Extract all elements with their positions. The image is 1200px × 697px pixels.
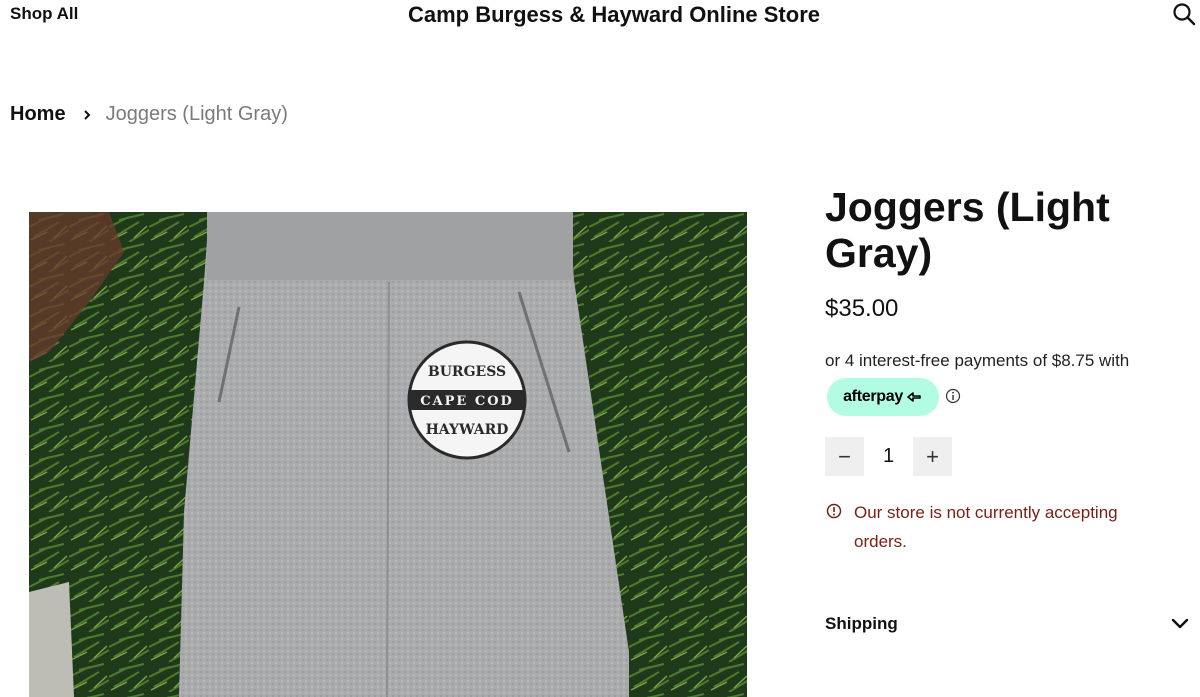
store-closed-warning: Our store is not currently accepting ord… [854,503,1118,551]
shipping-accordion-label[interactable]: Shipping [825,614,898,634]
info-icon[interactable] [945,388,961,404]
afterpay-label: afterpay [843,388,903,405]
afterpay-badge[interactable]: afterpay [827,378,939,416]
product-price: $35.00 [825,295,899,322]
chevron-right-icon [83,109,90,120]
quantity-decrease-button[interactable]: − [825,437,864,476]
afterpay-installments-text: or 4 interest-free payments of $8.75 wit… [825,351,1130,370]
logo-middle-text: CAPE COD [420,394,514,409]
quantity-value[interactable]: 1 [864,437,913,476]
logo-bottom-text: HAYWARD [426,422,509,438]
chevron-down-icon[interactable] [1170,616,1190,632]
breadcrumb-current: Joggers (Light Gray) [105,103,288,125]
product-image[interactable]: BURGESS CAPE COD HAYWARD [29,212,747,697]
site-header: Shop All Camp Burgess & Hayward Online S… [0,0,1200,40]
quantity-increase-button[interactable]: + [913,437,952,476]
logo-top-text: BURGESS [428,364,506,380]
breadcrumb: Home Joggers (Light Gray) [10,103,288,126]
store-title[interactable]: Camp Burgess & Hayward Online Store [0,2,1200,28]
breadcrumb-home-link[interactable]: Home [10,103,66,126]
afterpay-logo-icon [907,392,921,402]
alert-circle-icon [826,503,842,519]
product-photo: BURGESS CAPE COD HAYWARD [29,212,747,697]
search-icon[interactable] [1172,2,1196,26]
product-title: Joggers (Light Gray) [825,184,1110,276]
